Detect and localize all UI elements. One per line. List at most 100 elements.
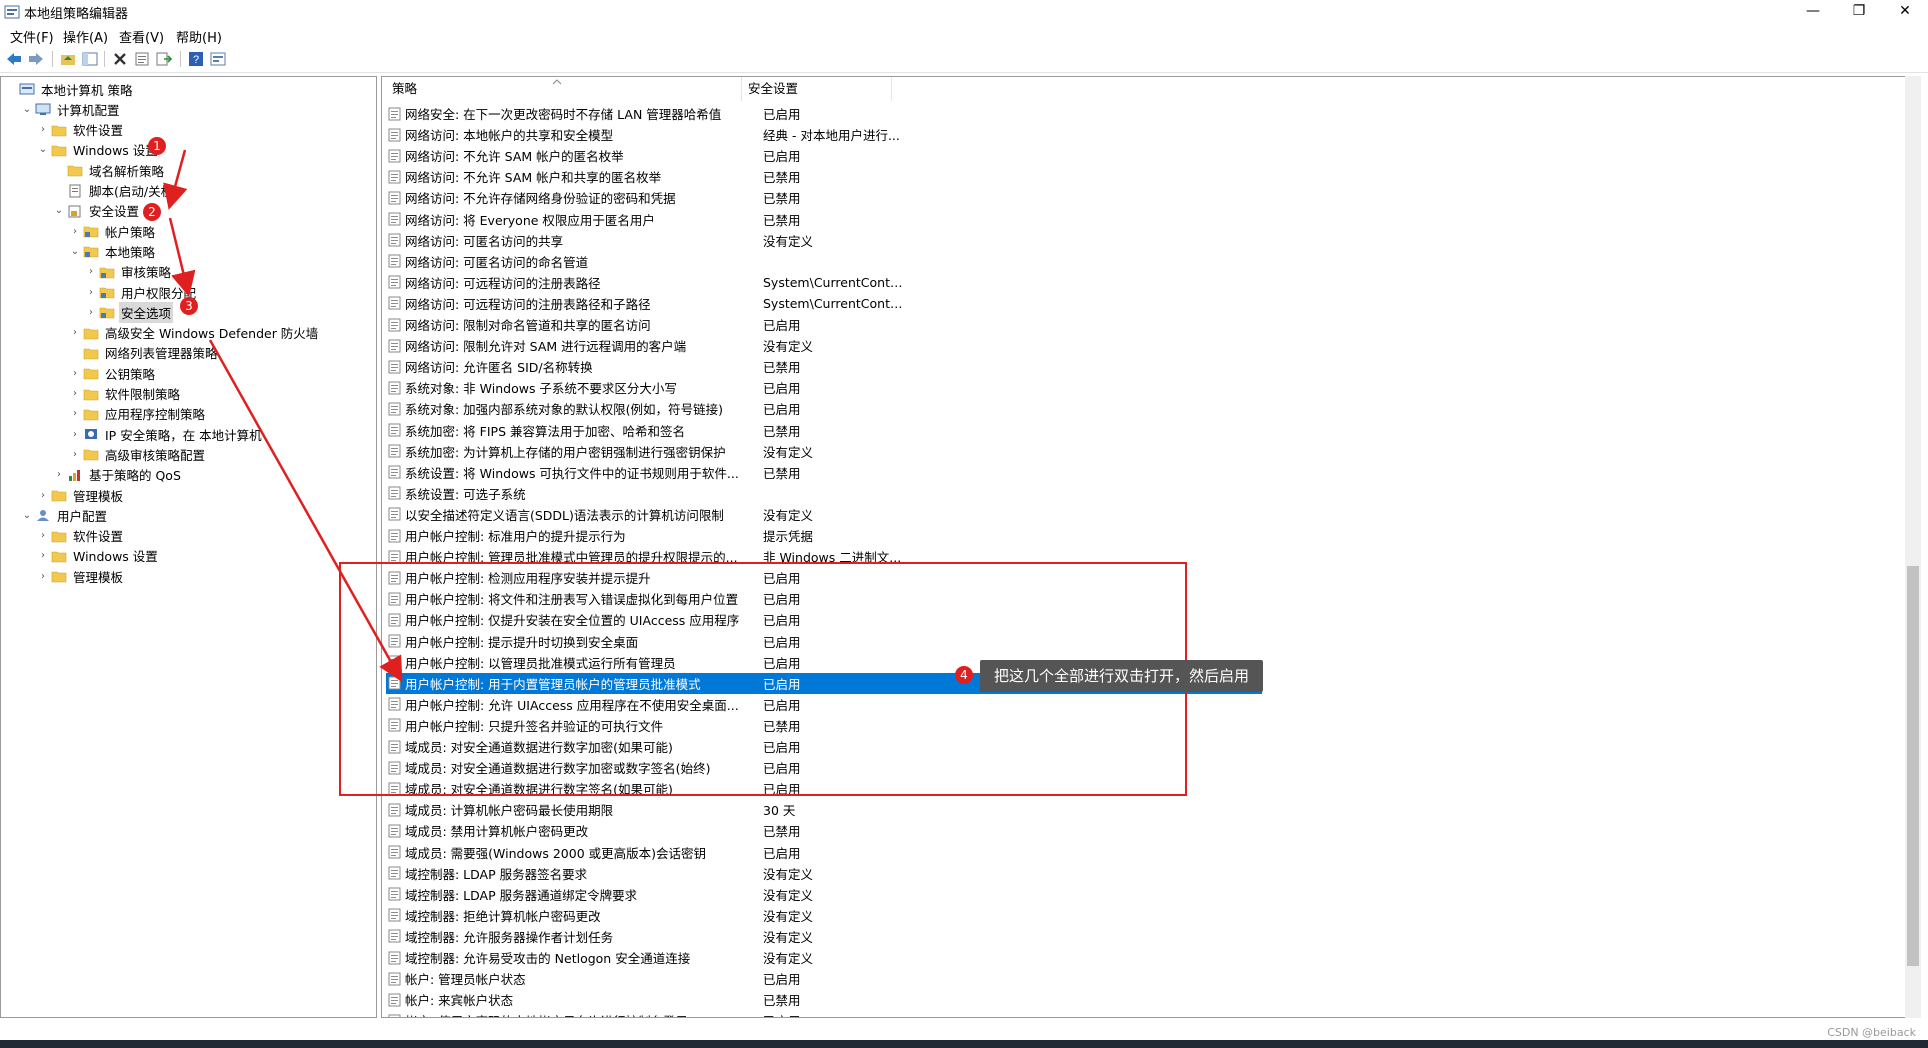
close-button[interactable]: ✕ [1882, 0, 1928, 24]
policy-row[interactable]: 以安全描述符定义语言(SDDL)语法表示的计算机访问限制 没有定义 [386, 504, 1262, 525]
tree-node[interactable]: ⌄ 计算机配置 [21, 99, 122, 119]
list-scrollbar[interactable] [1905, 76, 1921, 1018]
policy-row[interactable]: 系统对象: 非 Windows 子系统不要求区分大小写 已启用 [386, 377, 1262, 398]
menu-view[interactable]: 查看(V) [119, 27, 164, 46]
chevron-right-icon[interactable]: › [85, 307, 97, 318]
column-header-policy[interactable]: 策略 [386, 77, 742, 101]
policy-row[interactable]: 帐户: 管理员帐户状态 已启用 [386, 968, 1262, 989]
tree-node[interactable]: › 公钥策略 [69, 363, 157, 383]
tree-node[interactable]: ⌄ Windows 设置 [37, 140, 160, 160]
tree-node[interactable]: › IP 安全策略，在 本地计算机 [69, 424, 264, 444]
policy-row[interactable]: 系统加密: 为计算机上存储的用户密钥强制进行强密钥保护 没有定义 [386, 441, 1262, 462]
tree-node-label: 管理模板 [73, 488, 124, 504]
policy-row[interactable]: 域控制器: 拒绝计算机帐户密码更改 没有定义 [386, 905, 1262, 926]
policy-row[interactable]: 域成员: 禁用计算机帐户密码更改 已禁用 [386, 820, 1262, 841]
tree-node[interactable]: ⌄ 本地策略 [69, 241, 157, 261]
chevron-right-icon[interactable]: › [69, 327, 81, 338]
policy-row[interactable]: 域成员: 计算机帐户密码最长使用期限 30 天 [386, 799, 1262, 820]
tree-node[interactable]: › 高级审核策略配置 [69, 444, 207, 464]
policy-row[interactable]: 网络访问: 不允许 SAM 帐户的匿名枚举 已启用 [386, 145, 1262, 166]
policy-row[interactable]: 帐户: 来宾帐户状态 已禁用 [386, 989, 1262, 1010]
chevron-right-icon[interactable]: › [69, 388, 81, 399]
chevron-down-icon[interactable]: ⌄ [21, 510, 33, 521]
show-hide-tree-icon[interactable] [80, 49, 100, 69]
chevron-right-icon[interactable]: › [69, 408, 81, 419]
policy-row[interactable]: 帐户: 使用空密码的本地帐户只允许进行控制台登录 已启用 [386, 1010, 1262, 1017]
policy-row[interactable]: 网络访问: 可匿名访问的共享 没有定义 [386, 230, 1262, 251]
filter-icon[interactable] [208, 49, 228, 69]
tree-node[interactable]: › 管理模板 [37, 485, 125, 505]
policy-row[interactable]: 网络访问: 本地帐户的共享和安全模型 经典 - 对本地用户进行... [386, 124, 1262, 145]
tree-node[interactable]: › 帐户策略 [69, 221, 157, 241]
policy-row[interactable]: 系统设置: 将 Windows 可执行文件中的证书规则用于软件... 已禁用 [386, 462, 1262, 483]
policy-row[interactable]: 网络访问: 限制对命名管道和共享的匿名访问 已启用 [386, 314, 1262, 335]
chevron-right-icon[interactable]: › [37, 571, 49, 582]
tree-node[interactable]: 域名解析策略 [53, 160, 166, 180]
chevron-right-icon[interactable]: › [69, 226, 81, 237]
chevron-down-icon[interactable]: ⌄ [37, 144, 49, 155]
chevron-right-icon[interactable]: › [85, 287, 97, 298]
column-header-setting[interactable]: 安全设置 [742, 77, 892, 101]
policy-row[interactable]: 用户帐户控制: 标准用户的提升提示行为 提示凭据 [386, 525, 1262, 546]
policy-row[interactable]: 网络访问: 可远程访问的注册表路径 System\CurrentContro... [386, 272, 1262, 293]
chevron-right-icon[interactable]: › [37, 124, 49, 135]
chevron-right-icon[interactable]: › [69, 429, 81, 440]
chevron-right-icon[interactable]: › [85, 266, 97, 277]
delete-icon[interactable] [110, 49, 130, 69]
policy-row[interactable]: 系统设置: 可选子系统 [386, 483, 1262, 504]
chevron-right-icon[interactable]: › [69, 449, 81, 460]
tree-node[interactable]: ⌄ 安全设置 [53, 201, 141, 221]
chevron-right-icon[interactable]: › [37, 550, 49, 561]
policy-row[interactable]: 域控制器: LDAP 服务器通道绑定令牌要求 没有定义 [386, 884, 1262, 905]
tree-node[interactable]: › 应用程序控制策略 [69, 404, 207, 424]
tree-node[interactable]: 脚本(启动/关机) [53, 181, 180, 201]
tree-node[interactable]: › 软件设置 [37, 120, 125, 140]
policy-row[interactable]: 网络访问: 不允许 SAM 帐户和共享的匿名枚举 已禁用 [386, 166, 1262, 187]
policy-row[interactable]: 网络访问: 将 Everyone 权限应用于匿名用户 已禁用 [386, 209, 1262, 230]
policy-row[interactable]: 网络访问: 不允许存储网络身份验证的密码和凭据 已禁用 [386, 187, 1262, 208]
scrollbar-thumb[interactable] [1907, 566, 1919, 966]
properties-icon[interactable] [132, 49, 152, 69]
menu-file[interactable]: 文件(F) [10, 27, 54, 46]
policy-row[interactable]: 网络访问: 允许匿名 SID/名称转换 已禁用 [386, 356, 1262, 377]
tree-node[interactable]: › 软件设置 [37, 526, 125, 546]
policy-row[interactable]: 网络安全: 在下一次更改密码时不存储 LAN 管理器哈希值 已启用 [386, 103, 1262, 124]
menu-action[interactable]: 操作(A) [63, 27, 108, 46]
chevron-right-icon[interactable]: › [53, 469, 65, 480]
tree-node[interactable]: › 管理模板 [37, 566, 125, 586]
policy-row[interactable]: 网络访问: 可远程访问的注册表路径和子路径 System\CurrentContr… [386, 293, 1262, 314]
tree-node[interactable]: › 高级安全 Windows Defender 防火墙 [69, 323, 320, 343]
policy-row[interactable]: 网络访问: 可匿名访问的命名管道 [386, 251, 1262, 272]
tree-node[interactable]: › 基于策略的 QoS [53, 465, 183, 485]
policy-row[interactable]: 域控制器: LDAP 服务器签名要求 没有定义 [386, 863, 1262, 884]
restore-button[interactable]: ❐ [1836, 0, 1882, 24]
chevron-right-icon[interactable]: › [37, 490, 49, 501]
policy-row[interactable]: 系统加密: 将 FIPS 兼容算法用于加密、哈希和签名 已禁用 [386, 420, 1262, 441]
chevron-right-icon[interactable]: › [69, 368, 81, 379]
policy-row[interactable]: 域控制器: 允许易受攻击的 Netlogon 安全通道连接 没有定义 [386, 947, 1262, 968]
chevron-down-icon[interactable]: ⌄ [21, 104, 33, 115]
policy-row[interactable]: 域成员: 需要强(Windows 2000 或更高版本)会话密钥 已启用 [386, 842, 1262, 863]
tree-node[interactable]: ⌄ 用户配置 [21, 505, 109, 525]
tree-node[interactable]: 本地计算机 策略 [5, 79, 134, 99]
chevron-right-icon[interactable]: › [37, 530, 49, 541]
tree-node[interactable]: › 软件限制策略 [69, 384, 182, 404]
policy-row[interactable]: 网络访问: 限制允许对 SAM 进行远程调用的客户端 没有定义 [386, 335, 1262, 356]
menu-help[interactable]: 帮助(H) [176, 27, 222, 46]
export-list-icon[interactable] [154, 49, 174, 69]
back-arrow-icon[interactable] [4, 49, 24, 69]
policy-row[interactable]: 系统对象: 加强内部系统对象的默认权限(例如，符号链接) 已启用 [386, 398, 1262, 419]
tree-node[interactable]: › 安全选项 [85, 301, 174, 323]
chevron-down-icon[interactable]: ⌄ [69, 246, 81, 257]
tree-node[interactable]: › 审核策略 [85, 262, 173, 282]
help-icon[interactable]: ? [186, 49, 206, 69]
tree-node[interactable]: › 用户权限分配 [85, 282, 198, 302]
policy-row[interactable]: 域控制器: 允许服务器操作者计划任务 没有定义 [386, 926, 1262, 947]
forward-arrow-icon[interactable] [26, 49, 46, 69]
tree-node-label: 域名解析策略 [89, 163, 165, 179]
minimize-button[interactable]: — [1790, 0, 1836, 24]
up-folder-icon[interactable] [58, 49, 78, 69]
tree-node[interactable]: › Windows 设置 [37, 546, 160, 566]
chevron-down-icon[interactable]: ⌄ [53, 205, 65, 216]
tree-node[interactable]: 网络列表管理器策略 [69, 343, 220, 363]
